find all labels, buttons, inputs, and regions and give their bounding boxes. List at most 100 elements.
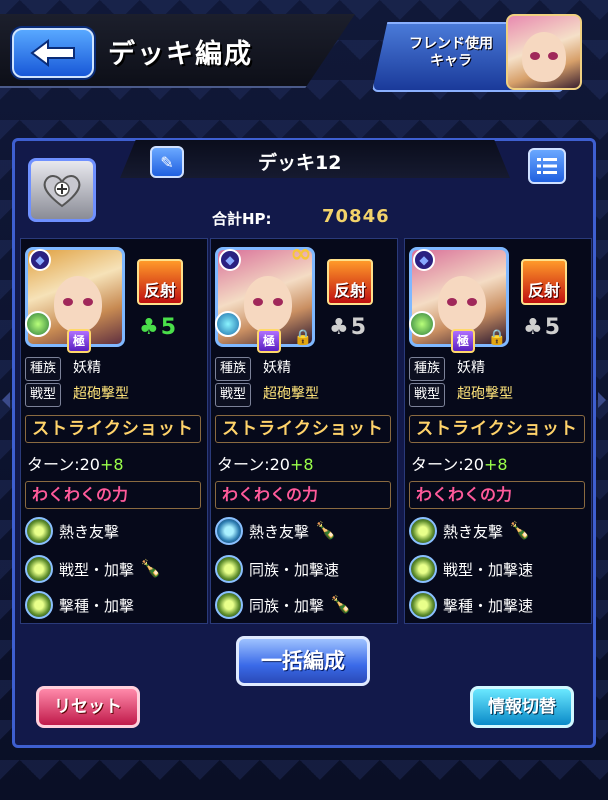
- turn-plus: +8: [289, 455, 314, 474]
- ability-icon: [409, 517, 437, 545]
- heart-plus-icon: [43, 175, 81, 208]
- ability-icon: [215, 591, 243, 619]
- turn-plus: +8: [483, 455, 508, 474]
- character-eye: [467, 298, 477, 306]
- wakuwaku-label: わくわくの力: [25, 481, 201, 509]
- luck-indicator: ♣ 5: [139, 315, 176, 340]
- bottle-icon: 🍾: [140, 559, 162, 579]
- turn-value: ターン:20: [411, 455, 484, 474]
- kiwami-badge: 極: [451, 329, 475, 353]
- deck-name: デッキ12: [258, 152, 342, 174]
- character-eye: [273, 298, 283, 306]
- deck-slot-2[interactable]: ∞ 極 🔒 ◆ 反射 ♣ 5 種族 妖精 戦型 超砲撃型 ストライクショット タ…: [210, 238, 398, 624]
- kiwami-badge: 極: [257, 329, 281, 353]
- ability-icon: [409, 555, 437, 583]
- turn-count: ターン:20+8: [217, 451, 314, 475]
- ability-icon: [25, 517, 53, 545]
- edit-deck-name-button[interactable]: ✎: [150, 146, 184, 178]
- scroll-right-arrow[interactable]: [598, 392, 606, 408]
- favorite-add-button[interactable]: [28, 158, 96, 222]
- ability-text: 反射: [333, 281, 366, 300]
- type-label: 戦型: [215, 383, 252, 407]
- character-eye: [530, 52, 540, 60]
- luck-value: 5: [544, 315, 561, 340]
- ability-row: 戦型・加撃速: [409, 553, 533, 585]
- turn-count: ターン:20+8: [411, 451, 508, 475]
- luck-indicator: ♣ 5: [329, 315, 366, 340]
- ability-text: 撃種・加撃: [59, 596, 135, 615]
- friend-avatar[interactable]: [506, 14, 582, 90]
- reset-button[interactable]: リセット: [36, 686, 140, 728]
- bottle-icon: 🍾: [315, 521, 337, 541]
- type-label: 戦型: [409, 383, 446, 407]
- ability-icon: [215, 555, 243, 583]
- ability-row: 熱き友撃: [25, 515, 119, 547]
- scroll-left-arrow[interactable]: [2, 392, 10, 408]
- info-toggle-button[interactable]: 情報切替: [470, 686, 574, 728]
- deck-list-button[interactable]: [528, 148, 566, 184]
- gauge-icon: [25, 311, 51, 337]
- back-button[interactable]: [12, 28, 94, 78]
- clover-icon: ♣: [523, 315, 543, 340]
- strike-shot-label: ストライクショット: [25, 415, 201, 443]
- total-hp-label: 合計HP:: [212, 210, 272, 228]
- bottle-icon: 🍾: [330, 595, 352, 615]
- character-eye: [63, 298, 73, 306]
- ability-row: 同族・加撃 🍾: [215, 589, 351, 621]
- character-face: [522, 32, 566, 82]
- ability-text: 戦型・加撃速: [443, 560, 534, 579]
- reflect-ability-badge: 反射: [327, 259, 373, 305]
- reflect-ability-badge: 反射: [137, 259, 183, 305]
- ability-text: 同族・加撃: [249, 596, 325, 615]
- deck-slot-1[interactable]: 極 ◆ 反射 ♣ 5 種族 妖精 戦型 超砲撃型 ストライクショット ターン:2…: [20, 238, 208, 624]
- ability-text: 反射: [527, 281, 560, 300]
- list-icon: [537, 158, 557, 174]
- ability-text: 戦型・加撃: [59, 560, 135, 579]
- type-value: 超砲撃型: [73, 386, 129, 402]
- ability-row: 撃種・加撃: [25, 589, 134, 621]
- character-face: [54, 276, 102, 332]
- friend-label-line2: キャラ: [430, 53, 472, 69]
- ability-text: 熱き友撃: [59, 522, 120, 541]
- clover-icon: ♣: [139, 315, 159, 340]
- link-icon: ∞: [290, 239, 312, 269]
- character-face: [438, 276, 486, 332]
- character-eye: [253, 298, 263, 306]
- clover-icon: ♣: [329, 315, 349, 340]
- wakuwaku-label: わくわくの力: [409, 481, 585, 509]
- ability-text: 撃種・加撃速: [443, 596, 534, 615]
- ability-text: 同族・加撃速: [249, 560, 340, 579]
- wakuwaku-label: わくわくの力: [215, 481, 391, 509]
- back-arrow-icon: [30, 39, 75, 67]
- kiwami-badge: 極: [67, 329, 91, 353]
- type-value: 超砲撃型: [457, 386, 513, 402]
- race-value: 妖精: [457, 360, 485, 376]
- lock-icon: 🔒: [487, 328, 507, 346]
- strike-shot-label: ストライクショット: [215, 415, 391, 443]
- strike-shot-label: ストライクショット: [409, 415, 585, 443]
- ability-icon: [25, 591, 53, 619]
- ability-row: 熱き友撃 🍾: [215, 515, 336, 547]
- race-label: 種族: [215, 357, 252, 381]
- pencil-icon: ✎: [160, 152, 174, 172]
- luck-value: 5: [350, 315, 367, 340]
- turn-count: ターン:20+8: [27, 451, 124, 475]
- bottle-icon: 🍾: [509, 521, 531, 541]
- character-face: [244, 276, 292, 332]
- character-eye: [548, 52, 558, 60]
- bulk-formation-button[interactable]: 一括編成: [236, 636, 370, 686]
- type-value: 超砲撃型: [263, 386, 319, 402]
- friend-label-line1: フレンド使用: [409, 36, 493, 52]
- gauge-icon: [215, 311, 241, 337]
- race-label: 種族: [409, 357, 446, 381]
- element-icon: ◆: [413, 249, 435, 271]
- reflect-ability-badge: 反射: [521, 259, 567, 305]
- element-icon: ◆: [219, 249, 241, 271]
- ability-row: 戦型・加撃 🍾: [25, 553, 161, 585]
- deck-slot-3[interactable]: 極 🔒 ◆ 反射 ♣ 5 種族 妖精 戦型 超砲撃型 ストライクショット ターン…: [404, 238, 592, 624]
- race-value: 妖精: [263, 360, 291, 376]
- ability-row: 撃種・加撃速: [409, 589, 533, 621]
- turn-value: ターン:20: [27, 455, 100, 474]
- ability-text: 反射: [143, 281, 176, 300]
- total-hp-value: 70846: [322, 206, 390, 227]
